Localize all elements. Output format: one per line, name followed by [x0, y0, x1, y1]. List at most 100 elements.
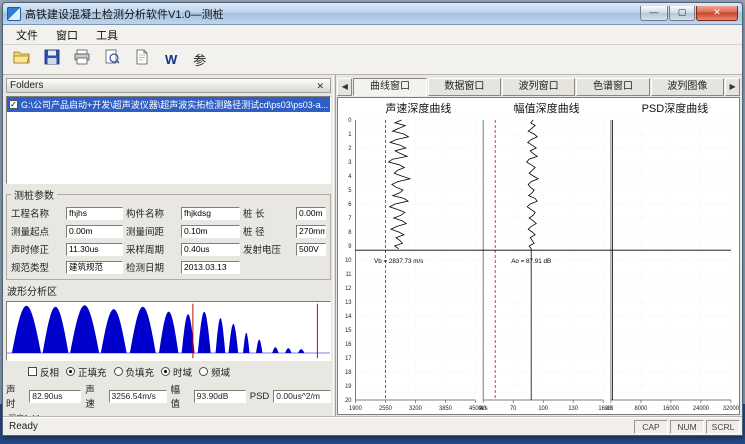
menu-window[interactable]: 窗口	[47, 25, 87, 45]
close-button[interactable]: ✕	[696, 6, 738, 21]
print-button[interactable]	[69, 48, 95, 72]
svg-text:Vb = 2837.73 m/s: Vb = 2837.73 m/s	[374, 258, 423, 265]
menubar: 文件 窗口 工具	[3, 25, 742, 45]
svg-text:130: 130	[569, 406, 579, 412]
spacing-field[interactable]: 0.10m	[181, 225, 240, 238]
reference-button[interactable]: 参	[187, 48, 212, 72]
folders-close-icon[interactable]: ✕	[313, 79, 327, 92]
standard-type-field[interactable]: 建筑规范	[66, 261, 123, 274]
print-preview-button[interactable]	[99, 48, 125, 72]
amplitude-value: 93.90dB	[194, 390, 246, 403]
left-pane: Folders ✕ ✓ G:\公司产品启动+开发\超声波仪器\超声波实拓检测路径…	[3, 75, 333, 417]
checkbox-checked-icon[interactable]: ✓	[9, 100, 18, 109]
word-export-button[interactable]: W	[159, 48, 183, 72]
tab-wavetrain-window[interactable]: 波列窗口	[502, 78, 575, 96]
pile-length-field[interactable]: 0.00m	[296, 207, 326, 220]
svg-text:2550: 2550	[379, 406, 393, 412]
svg-text:24000: 24000	[693, 406, 710, 412]
start-depth-field[interactable]: 0.00m	[66, 225, 123, 238]
field-label: 桩 径	[243, 224, 293, 238]
field-label: 采样周期	[126, 242, 178, 256]
page-view-button[interactable]	[129, 48, 155, 72]
psd-curve-title: PSD深度曲线	[611, 98, 739, 116]
word-icon: W	[165, 52, 177, 67]
toolbar: W 参	[3, 45, 742, 75]
sample-period-field[interactable]: 0.40us	[181, 243, 240, 256]
fill-positive-radio[interactable]	[66, 367, 75, 376]
field-label: 规范类型	[11, 260, 63, 274]
statusbar: Ready CAP NUM SCRL	[3, 417, 742, 435]
folders-panel-header: Folders ✕	[6, 78, 331, 93]
titlebar[interactable]: 高铁建设混凝土检测分析软件V1.0—测桩 — ▢ ✕	[3, 3, 742, 25]
psd-label: PSD	[250, 391, 270, 402]
tabstrip: ◀ 曲线窗口 数据窗口 波列窗口 色谱窗口 波列图像 ▶	[337, 77, 740, 96]
svg-text:20: 20	[345, 398, 352, 404]
folders-title: Folders	[10, 80, 43, 91]
svg-text:12: 12	[345, 286, 351, 292]
menu-file[interactable]: 文件	[7, 25, 47, 45]
invert-option[interactable]: 反相	[28, 365, 59, 379]
maximize-button[interactable]: ▢	[669, 6, 695, 21]
tab-scroll-left-icon[interactable]: ◀	[337, 78, 352, 96]
freq-domain-option[interactable]: 频域	[199, 365, 230, 379]
field-label: 声时修正	[11, 242, 63, 256]
status-scrl: SCRL	[706, 420, 740, 434]
page-icon	[133, 48, 151, 71]
waveform-plot[interactable]	[6, 301, 331, 361]
page-magnifier-icon	[103, 48, 121, 71]
open-button[interactable]	[9, 48, 35, 72]
tab-spectrum-window[interactable]: 色谱窗口	[576, 78, 649, 96]
field-label: 检测日期	[126, 260, 178, 274]
minimize-button[interactable]: —	[640, 6, 668, 21]
sound-velocity-label: 声 速	[85, 382, 104, 410]
component-name-field[interactable]: fhjkdsg	[181, 207, 240, 220]
waveform-controls: 反相 正填充 负填充 时域 频域	[6, 364, 331, 379]
pile-diameter-field[interactable]: 270mm	[296, 225, 326, 238]
time-correction-field[interactable]: 11.30us	[66, 243, 123, 256]
svg-text:8: 8	[349, 230, 353, 236]
depth-curves-plot[interactable]: 0123456789101112131415161718192019002550…	[338, 116, 739, 414]
main-area: Folders ✕ ✓ G:\公司产品启动+开发\超声波仪器\超声波实拓检测路径…	[3, 75, 742, 417]
floppy-icon	[43, 48, 61, 71]
project-name-field[interactable]: fhjhs	[66, 207, 123, 220]
field-label: 测量起点	[11, 224, 63, 238]
svg-text:4: 4	[349, 174, 353, 180]
test-date-field[interactable]: 2013.03.13	[181, 261, 240, 274]
tab-wavetrain-image[interactable]: 波列图像	[651, 78, 724, 96]
sound-time-value: 82.90us	[29, 390, 81, 403]
fill-negative-radio[interactable]	[114, 367, 123, 376]
waveform-canvas[interactable]	[7, 302, 330, 360]
list-item[interactable]: ✓ G:\公司产品启动+开发\超声波仪器\超声波实拓检测路径测试cd\ps03\…	[7, 97, 330, 112]
field-label: 工程名称	[11, 206, 63, 220]
time-domain-radio[interactable]	[161, 367, 170, 376]
svg-text:1900: 1900	[349, 406, 363, 412]
folders-list[interactable]: ✓ G:\公司产品启动+开发\超声波仪器\超声波实拓检测路径测试cd\ps03\…	[6, 96, 331, 184]
freq-domain-radio[interactable]	[199, 367, 208, 376]
app-window: 高铁建设混凝土检测分析软件V1.0—测桩 — ▢ ✕ 文件 窗口 工具	[2, 2, 743, 436]
svg-text:15: 15	[345, 328, 352, 334]
svg-text:100: 100	[539, 406, 549, 412]
svg-text:13: 13	[345, 300, 352, 306]
fill-positive-option[interactable]: 正填充	[66, 365, 107, 379]
menu-tools[interactable]: 工具	[87, 25, 127, 45]
sound-velocity-value: 3256.54m/s	[109, 390, 167, 403]
svg-text:40: 40	[480, 406, 487, 412]
tab-curve-window[interactable]: 曲线窗口	[353, 78, 426, 96]
readouts-row: 声 时 82.90us 声 速 3256.54m/s 幅 值 93.90dB P…	[6, 382, 331, 410]
svg-text:3: 3	[349, 160, 353, 166]
svg-text:70: 70	[510, 406, 517, 412]
svg-text:1: 1	[349, 132, 352, 138]
field-label: 构件名称	[126, 206, 178, 220]
svg-text:Ao = 87.91 dB: Ao = 87.91 dB	[512, 258, 552, 265]
svg-text:3200: 3200	[409, 406, 423, 412]
printer-icon	[73, 48, 91, 71]
svg-text:2: 2	[349, 146, 352, 152]
tab-scroll-right-icon[interactable]: ▶	[725, 78, 740, 96]
voltage-field[interactable]: 500V	[296, 243, 326, 256]
svg-text:18: 18	[345, 370, 352, 376]
tab-data-window[interactable]: 数据窗口	[428, 78, 501, 96]
invert-checkbox[interactable]	[28, 367, 37, 376]
time-domain-option[interactable]: 时域	[161, 365, 192, 379]
fill-negative-option[interactable]: 负填充	[114, 365, 155, 379]
save-button[interactable]	[39, 48, 65, 72]
